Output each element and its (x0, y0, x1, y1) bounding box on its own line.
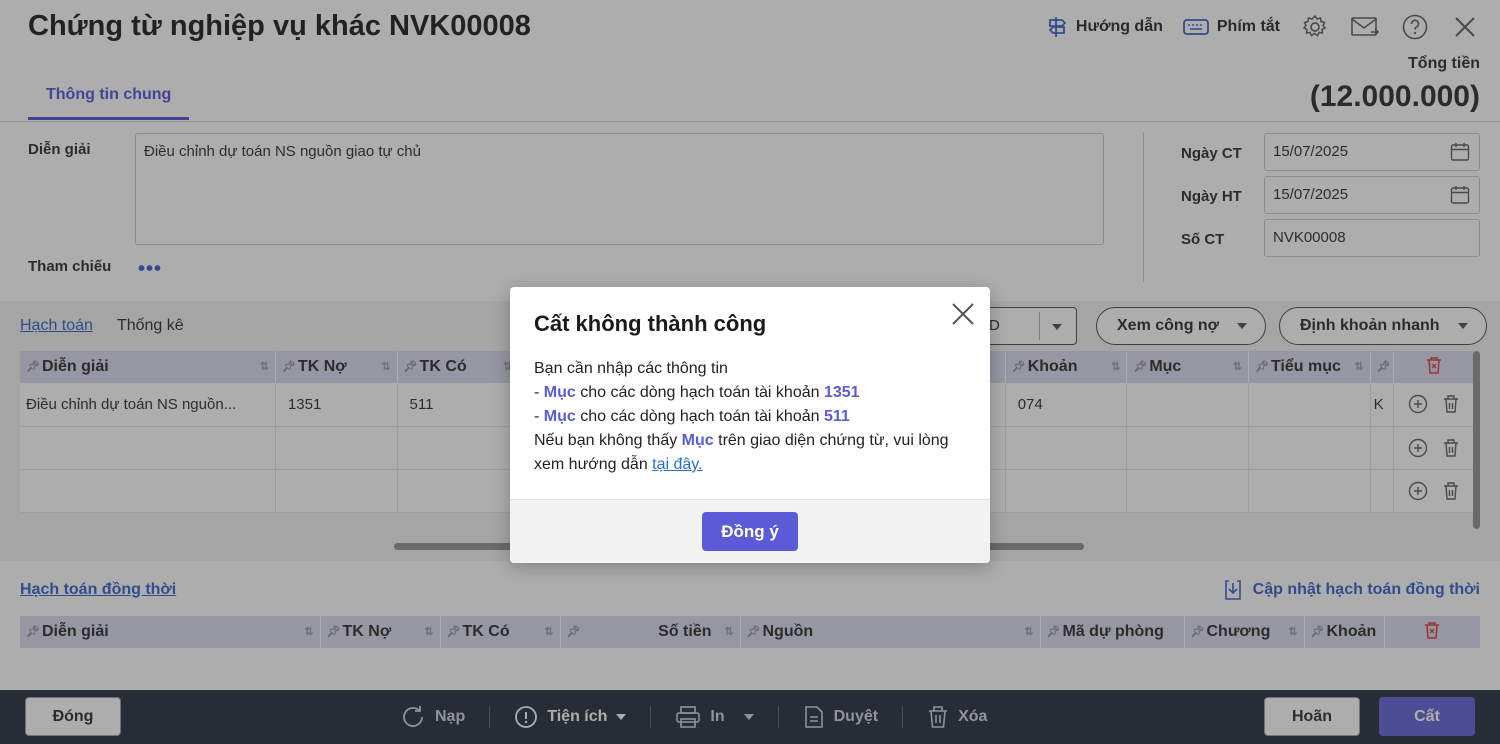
dialog-title: Cất không thành công (534, 311, 767, 336)
dialog-footer: Đồng ý (510, 499, 990, 563)
dialog-note: Nếu bạn không thấy Mục trên giao diện ch… (534, 432, 949, 473)
account-number: 511 (823, 408, 850, 425)
account-number: 1351 (823, 384, 860, 401)
dialog-item: - Mục cho các dòng hạch toán tài khoản 5… (534, 408, 850, 425)
dialog-line-intro: Bạn cần nhập các thông tin (534, 360, 728, 377)
voucher-window: Chứng từ nghiệp vụ khác NVK00008 Hướng d… (0, 0, 1500, 744)
field-muc: Mục (543, 408, 576, 425)
save-failed-dialog: Cất không thành công Bạn cần nhập các th… (510, 287, 990, 563)
guide-here-link[interactable]: tại đây. (652, 456, 702, 473)
close-icon[interactable] (950, 301, 976, 327)
field-muc: Mục (543, 384, 576, 401)
dialog-item: - Mục cho các dòng hạch toán tài khoản 1… (534, 384, 860, 401)
ok-button[interactable]: Đồng ý (702, 512, 798, 551)
field-muc: Mục (681, 432, 714, 449)
dialog-body: Bạn cần nhập các thông tin - Mục cho các… (534, 357, 974, 477)
